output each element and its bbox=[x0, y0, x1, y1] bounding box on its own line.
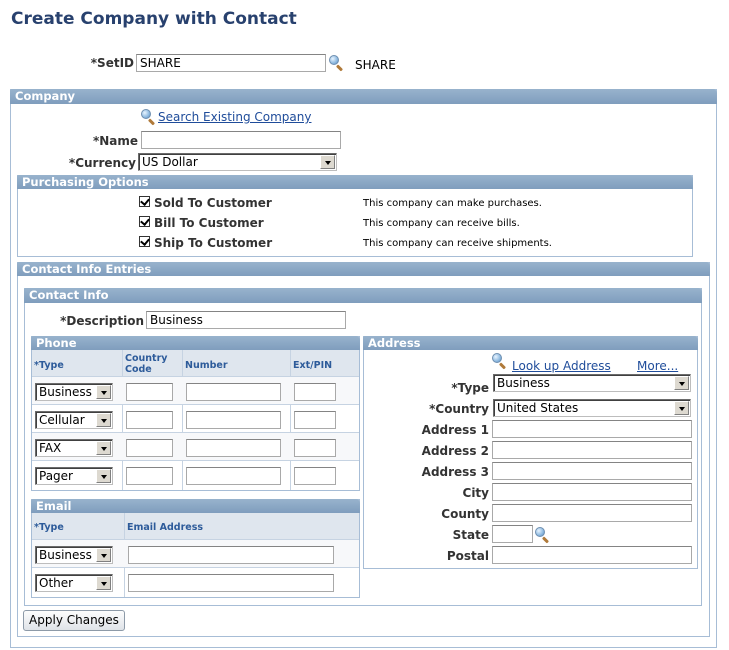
address-type-select[interactable]: Business bbox=[493, 374, 691, 392]
currency-label: *Currency bbox=[68, 156, 136, 170]
email-col-address: Email Address bbox=[127, 522, 204, 533]
setid-description: SHARE bbox=[355, 58, 396, 72]
ship-to-customer-checkbox[interactable] bbox=[139, 236, 150, 247]
phone-header: Phone bbox=[31, 336, 360, 350]
description-label: *Description bbox=[60, 314, 144, 328]
sold-to-customer-description: This company can make purchases. bbox=[363, 198, 542, 209]
chevron-down-icon[interactable] bbox=[674, 401, 689, 415]
country-select[interactable]: United States bbox=[493, 399, 691, 417]
search-existing-company-link[interactable]: Search Existing Company bbox=[158, 110, 311, 124]
phone-ext-input[interactable] bbox=[294, 411, 336, 429]
phone-type-value: FAX bbox=[39, 441, 62, 455]
phone-col-ext: Ext/PIN bbox=[293, 360, 333, 371]
email-type-select[interactable]: Business bbox=[35, 546, 113, 564]
phone-col-type: *Type bbox=[34, 360, 64, 371]
chevron-down-icon[interactable] bbox=[320, 155, 335, 169]
email-type-select[interactable]: Other bbox=[35, 574, 113, 592]
address-1-label: Address 1 bbox=[421, 423, 489, 437]
chevron-down-icon[interactable] bbox=[96, 548, 111, 562]
chevron-down-icon[interactable] bbox=[96, 385, 111, 399]
postal-label: Postal bbox=[446, 549, 489, 563]
email-col-type: *Type bbox=[34, 522, 64, 533]
email-address-input[interactable] bbox=[128, 546, 334, 564]
phone-type-value: Business bbox=[39, 385, 92, 399]
address-3-input[interactable] bbox=[492, 462, 692, 480]
more-address-link[interactable]: More... bbox=[637, 359, 678, 373]
setid-lookup-search-icon[interactable] bbox=[328, 54, 344, 72]
email-header: Email bbox=[31, 499, 360, 513]
state-input[interactable] bbox=[492, 525, 533, 543]
company-header: Company bbox=[10, 89, 717, 104]
look-up-address-link[interactable]: Look up Address bbox=[512, 359, 611, 373]
sold-to-customer-label: Sold To Customer bbox=[154, 196, 272, 210]
chevron-down-icon[interactable] bbox=[96, 441, 111, 455]
country-value: United States bbox=[497, 401, 579, 415]
contact-info-entries-header: Contact Info Entries bbox=[17, 262, 710, 276]
county-label: County bbox=[441, 507, 489, 521]
search-existing-company-icon[interactable] bbox=[140, 108, 156, 126]
postal-input[interactable] bbox=[492, 546, 692, 564]
state-label: State bbox=[452, 528, 489, 542]
county-input[interactable] bbox=[492, 504, 692, 522]
email-address-input[interactable] bbox=[128, 574, 334, 592]
phone-ext-input[interactable] bbox=[294, 383, 336, 401]
phone-col-number: Number bbox=[185, 360, 228, 371]
address-2-input[interactable] bbox=[492, 441, 692, 459]
address-1-input[interactable] bbox=[492, 420, 692, 438]
phone-type-value: Pager bbox=[39, 469, 73, 483]
setid-input[interactable]: SHARE bbox=[136, 54, 326, 72]
phone-country-code-input[interactable] bbox=[126, 383, 173, 401]
address-3-label: Address 3 bbox=[421, 465, 489, 479]
chevron-down-icon[interactable] bbox=[96, 576, 111, 590]
phone-type-select[interactable]: FAX bbox=[35, 439, 113, 457]
address-header: Address bbox=[363, 336, 698, 350]
currency-value: US Dollar bbox=[142, 155, 198, 169]
chevron-down-icon[interactable] bbox=[96, 469, 111, 483]
phone-number-input[interactable] bbox=[186, 439, 281, 457]
phone-country-code-input[interactable] bbox=[126, 467, 173, 485]
bill-to-customer-checkbox[interactable] bbox=[139, 216, 150, 227]
bill-to-customer-label: Bill To Customer bbox=[154, 216, 264, 230]
apply-changes-button[interactable]: Apply Changes bbox=[23, 610, 125, 631]
phone-number-input[interactable] bbox=[186, 411, 281, 429]
phone-type-select[interactable]: Pager bbox=[35, 467, 113, 485]
phone-type-select[interactable]: Cellular bbox=[35, 411, 113, 429]
address-2-label: Address 2 bbox=[421, 444, 489, 458]
contact-info-header: Contact Info bbox=[24, 288, 702, 303]
email-type-value: Business bbox=[39, 548, 92, 562]
phone-ext-input[interactable] bbox=[294, 439, 336, 457]
ship-to-customer-description: This company can receive shipments. bbox=[363, 238, 552, 249]
chevron-down-icon[interactable] bbox=[674, 376, 689, 390]
address-type-value: Business bbox=[497, 376, 550, 390]
state-lookup-search-icon[interactable] bbox=[534, 526, 550, 544]
city-input[interactable] bbox=[492, 483, 692, 501]
look-up-address-search-icon[interactable] bbox=[491, 352, 507, 370]
sold-to-customer-checkbox[interactable] bbox=[139, 196, 150, 207]
phone-country-code-input[interactable] bbox=[126, 411, 173, 429]
company-name-input[interactable] bbox=[141, 131, 341, 149]
currency-select[interactable]: US Dollar bbox=[138, 153, 337, 171]
chevron-down-icon[interactable] bbox=[96, 413, 111, 427]
phone-number-input[interactable] bbox=[186, 467, 281, 485]
phone-ext-input[interactable] bbox=[294, 467, 336, 485]
ship-to-customer-label: Ship To Customer bbox=[154, 236, 273, 250]
phone-col-country-code: Country Code bbox=[125, 353, 168, 375]
page-title: Create Company with Contact bbox=[11, 9, 297, 29]
purchasing-options-header: Purchasing Options bbox=[17, 175, 693, 189]
setid-label: *SetID bbox=[90, 56, 134, 70]
bill-to-customer-description: This company can receive bills. bbox=[363, 218, 520, 229]
contact-description-input[interactable]: Business bbox=[146, 311, 346, 329]
phone-type-select[interactable]: Business bbox=[35, 383, 113, 401]
email-type-value: Other bbox=[39, 576, 74, 590]
address-type-label: *Type bbox=[451, 381, 489, 395]
phone-number-input[interactable] bbox=[186, 383, 281, 401]
phone-type-value: Cellular bbox=[39, 413, 85, 427]
country-label: *Country bbox=[429, 402, 489, 416]
purchasing-options-section: Purchasing Options bbox=[17, 175, 693, 257]
phone-country-code-input[interactable] bbox=[126, 439, 173, 457]
name-label: *Name bbox=[92, 134, 138, 148]
city-label: City bbox=[462, 486, 489, 500]
